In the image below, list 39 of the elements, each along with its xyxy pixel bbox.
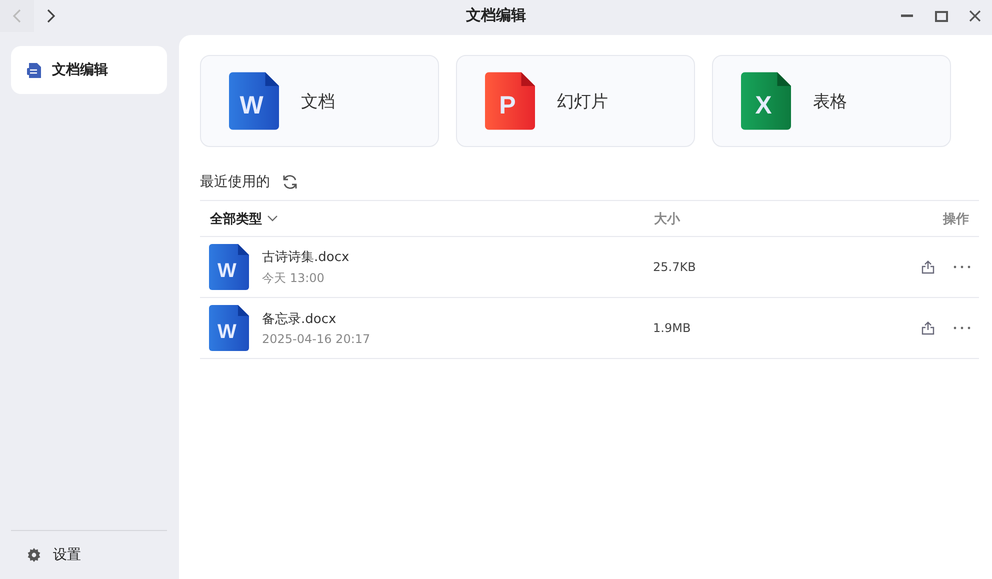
share-icon[interactable] (921, 260, 935, 274)
more-icon[interactable] (953, 265, 971, 269)
column-header: 操作 (943, 210, 970, 228)
document-icon (209, 244, 249, 290)
file-type-letter: W (218, 321, 236, 343)
share-icon[interactable] (921, 321, 935, 335)
file-type-letter: W (218, 260, 236, 282)
file-name[interactable]: 备忘录.docx (262, 310, 370, 328)
file-type-letter: W (240, 92, 264, 120)
document-icon (485, 72, 535, 130)
chevron-left-icon (12, 9, 22, 23)
column-header: 大小 (653, 210, 682, 228)
new-document-card[interactable]: W 文档 (200, 55, 439, 147)
window-title: 文档编辑 (466, 6, 526, 24)
file-type-letter: P (499, 92, 516, 120)
refresh-icon[interactable] (282, 174, 298, 190)
document-icon (209, 305, 249, 351)
document-icon (27, 62, 42, 78)
section-title: 最近使用的 (200, 173, 270, 191)
file-name[interactable]: 古诗诗集.docx (262, 248, 350, 266)
settings-icon (27, 548, 41, 562)
new-document-card[interactable]: X 表格 (712, 55, 951, 147)
document-icon (229, 72, 279, 130)
settings-item[interactable]: 设置 (11, 531, 167, 579)
chevron-down-icon (267, 215, 278, 222)
new-document-card[interactable]: P 幻灯片 (456, 55, 695, 147)
more-icon[interactable] (953, 326, 971, 330)
modified-time: 2025-04-16 20:17 (262, 332, 370, 346)
chevron-right-icon (46, 9, 56, 23)
minimize-icon (901, 14, 913, 18)
file-size: 1.9MB (652, 321, 692, 335)
sidebar-item[interactable]: 文档编辑 (11, 46, 167, 94)
modified-time: 今天 13:00 (262, 270, 326, 286)
document-icon (741, 72, 791, 130)
maximize-icon (934, 10, 948, 22)
file-type-letter: X (755, 92, 772, 120)
file-size: 25.7KB (652, 260, 697, 274)
type-filter-dropdown[interactable]: 全部类型 (200, 210, 278, 228)
close-icon (969, 10, 981, 22)
